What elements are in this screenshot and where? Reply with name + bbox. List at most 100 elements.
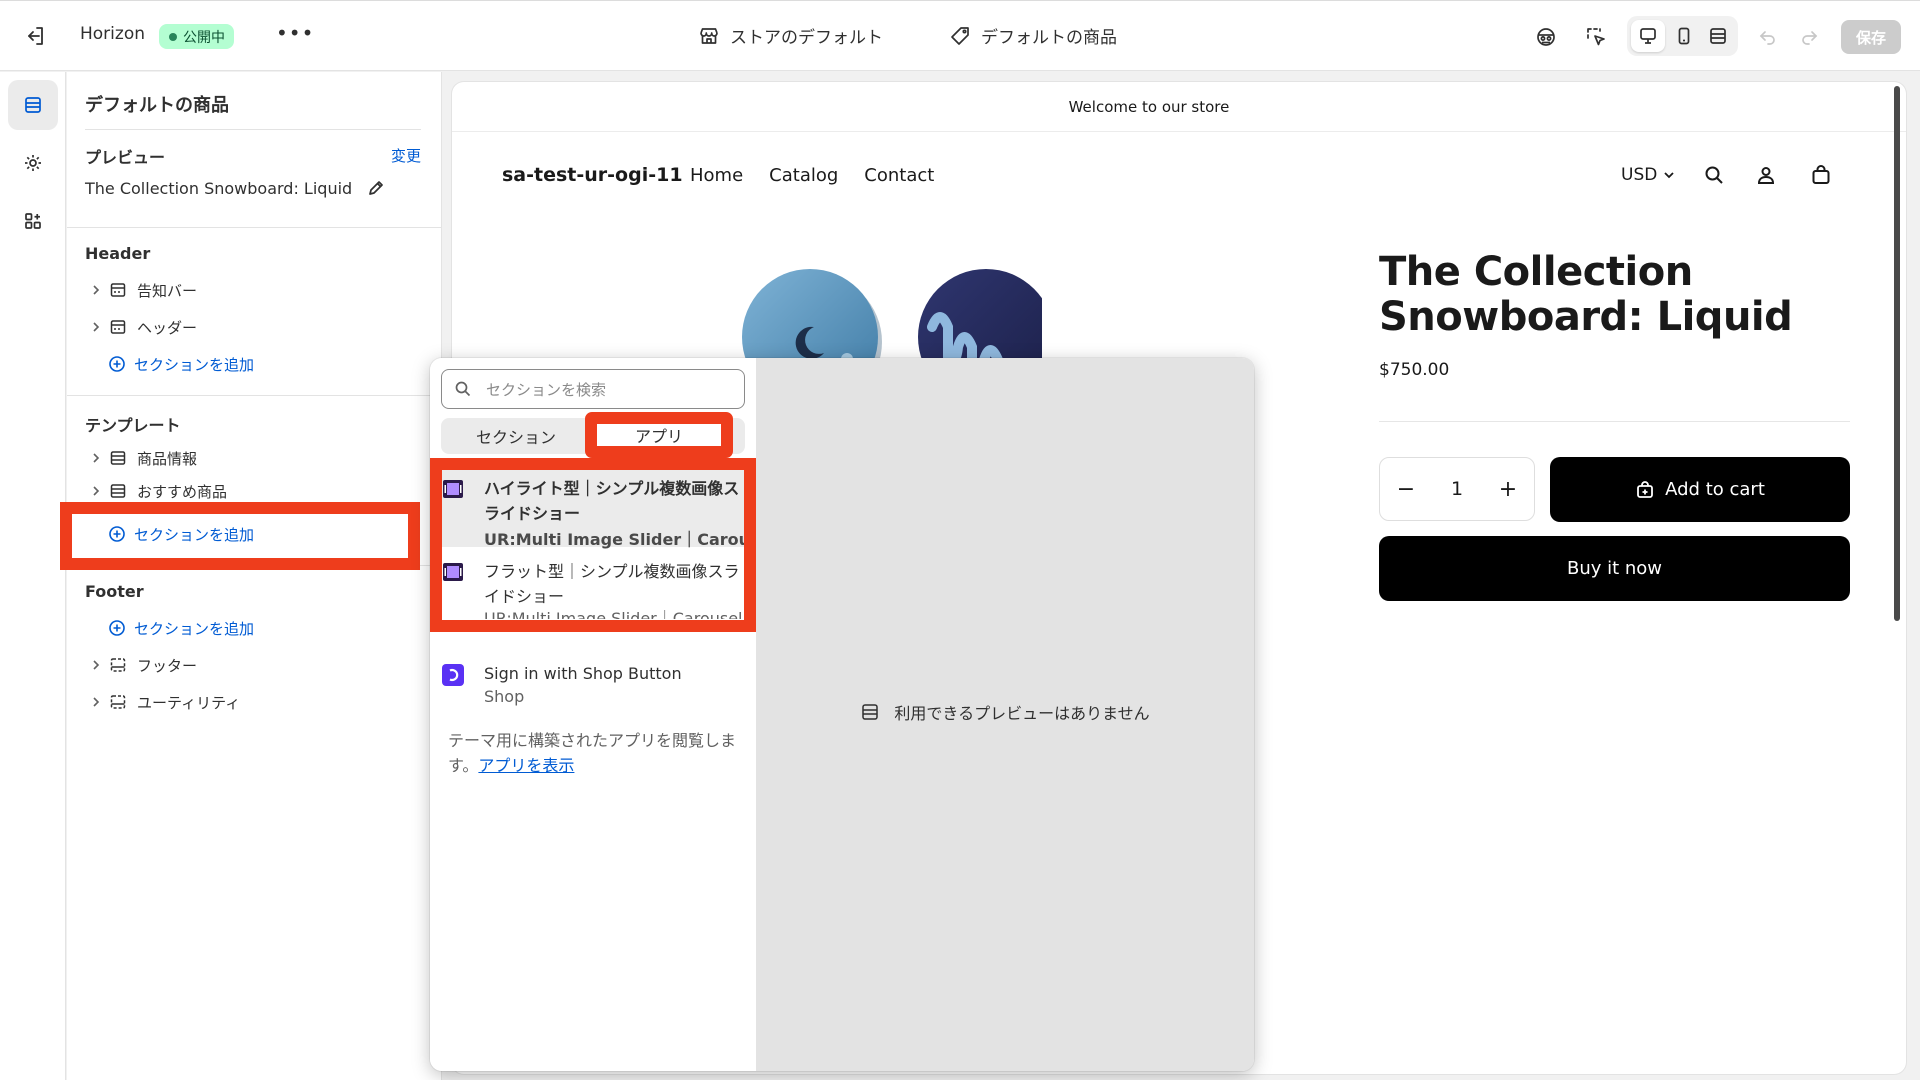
default-product-selector[interactable]: デフォルトの商品 (949, 23, 1117, 48)
status-badge: 公開中 (159, 24, 234, 49)
store-default-selector[interactable]: ストアのデフォルト (698, 23, 883, 48)
section-label: ユーティリティ (137, 693, 241, 712)
section-label: 告知バー (137, 281, 198, 300)
store-logo[interactable]: sa-test-ur-ogi-11 (502, 164, 683, 186)
view-apps-link[interactable]: アプリを表示 (478, 756, 574, 775)
fullscreen-view-icon[interactable] (1701, 20, 1735, 52)
add-to-cart-label: Add to cart (1665, 479, 1765, 500)
section-recommended-products[interactable]: おすすめ商品 (85, 480, 227, 502)
no-preview-message: 利用できるプレビューはありません (756, 700, 1254, 724)
preview-product-name: The Collection Snowboard: Liquid (85, 178, 353, 198)
chevron-down-icon (1664, 172, 1674, 179)
section-block-icon (109, 482, 131, 500)
popover-tabs: セクション アプリ (441, 412, 745, 458)
add-section-header[interactable]: セクションを追加 (108, 349, 254, 379)
nav-catalog[interactable]: Catalog (769, 165, 838, 186)
change-preview-link[interactable]: 変更 (391, 145, 421, 166)
divider (67, 395, 441, 396)
tab-sections[interactable]: セクション (443, 420, 589, 452)
section-block-icon (109, 693, 131, 711)
cart-bag-icon[interactable] (1808, 162, 1834, 188)
header-group-heading: Header (85, 244, 151, 263)
more-actions-icon[interactable]: ••• (276, 23, 313, 49)
theme-name: Horizon (80, 24, 145, 44)
chevron-right-icon[interactable] (85, 696, 107, 708)
app-item-shop-button[interactable]: Sign in with Shop Button Shop (442, 661, 744, 717)
save-button[interactable]: 保存 (1841, 20, 1901, 54)
sections-icon[interactable] (8, 80, 58, 130)
section-block-icon (109, 318, 131, 336)
chevron-right-icon[interactable] (85, 284, 107, 296)
section-product-info[interactable]: 商品情報 (85, 443, 197, 473)
currency-selector[interactable]: USD (1621, 165, 1675, 185)
section-search-input[interactable]: セクションを検索 (441, 369, 745, 409)
product-price: $750.00 (1379, 360, 1450, 380)
theme-settings-gear-icon[interactable] (8, 138, 58, 188)
tag-icon (951, 26, 969, 45)
exit-icon[interactable] (22, 23, 48, 49)
add-section-popover: セクションを検索 セクション アプリ ハイライト型｜シンプル複数画像スライドショ… (430, 358, 1254, 1071)
section-block-icon (109, 281, 131, 299)
tab-apps[interactable]: アプリ (585, 412, 733, 458)
add-section-footer[interactable]: セクションを追加 (108, 613, 254, 643)
section-label: おすすめ商品 (137, 482, 228, 501)
plus-circle-icon (109, 620, 125, 636)
store-icon (700, 27, 718, 44)
app-subtitle: Shop (484, 687, 525, 706)
buy-now-button[interactable]: Buy it now (1379, 536, 1850, 601)
shop-app-icon (442, 664, 464, 686)
redo-icon[interactable] (1795, 23, 1823, 51)
mobile-view-icon[interactable] (1667, 20, 1701, 52)
section-block-icon (109, 656, 131, 674)
template-group-heading: テンプレート (85, 416, 181, 435)
decrease-quantity-button[interactable]: − (1394, 477, 1418, 502)
edit-pencil-icon[interactable] (366, 178, 386, 198)
editor-icon-rail (0, 72, 66, 1080)
undo-icon[interactable] (1754, 23, 1782, 51)
chevron-right-icon[interactable] (85, 659, 107, 671)
section-announcement-bar[interactable]: 告知バー (85, 275, 197, 305)
apps-list-highlight (430, 458, 756, 632)
sections-panel: デフォルトの商品 プレビュー 変更 The Collection Snowboa… (67, 72, 442, 1080)
popover-list-pane: セクションを検索 セクション アプリ ハイライト型｜シンプル複数画像スライドショ… (430, 358, 776, 1071)
section-utility[interactable]: ユーティリティ (85, 687, 240, 717)
app-embeds-icon[interactable] (8, 196, 58, 246)
panel-title: デフォルトの商品 (85, 95, 229, 116)
increase-quantity-button[interactable]: + (1496, 477, 1520, 502)
status-badge-label: 公開中 (183, 29, 225, 46)
browse-apps-text: テーマ用に構築されたアプリを閲覧します。アプリを表示 (448, 728, 738, 778)
chevron-right-icon[interactable] (85, 452, 107, 464)
add-to-cart-button[interactable]: Add to cart (1550, 457, 1850, 522)
store-header: sa-test-ur-ogi-11 Home Catalog Contact U… (452, 132, 1906, 222)
quantity-stepper: − 1 + (1379, 457, 1535, 521)
preview-heading: プレビュー (85, 148, 166, 167)
add-section-highlight (60, 502, 420, 570)
device-preview-toggle (1627, 16, 1738, 56)
search-icon[interactable] (1701, 162, 1727, 188)
app-name: Sign in with Shop Button (484, 664, 682, 683)
main-nav: Home Catalog Contact (690, 165, 934, 186)
divider (1379, 421, 1850, 422)
product-title: The Collection Snowboard: Liquid (1379, 249, 1793, 340)
account-icon[interactable] (1753, 162, 1779, 188)
popover-preview-pane: 利用できるプレビューはありません (756, 358, 1254, 1071)
cart-add-icon (1637, 480, 1654, 498)
select-element-icon[interactable] (1582, 23, 1610, 51)
preview-scrollbar[interactable] (1894, 86, 1900, 621)
section-footer[interactable]: フッター (85, 650, 197, 680)
section-header[interactable]: ヘッダー (85, 312, 197, 342)
inspector-icon[interactable] (1532, 23, 1560, 51)
section-label: ヘッダー (137, 318, 198, 337)
quantity-value[interactable]: 1 (1451, 478, 1463, 500)
chevron-right-icon[interactable] (85, 485, 107, 497)
preview-layout-icon (862, 704, 879, 720)
section-label: フッター (137, 656, 198, 675)
chevron-right-icon[interactable] (85, 321, 107, 333)
nav-home[interactable]: Home (690, 165, 743, 186)
footer-group-heading: Footer (85, 582, 144, 601)
search-placeholder: セクションを検索 (486, 380, 607, 399)
currency-label: USD (1621, 165, 1658, 185)
default-product-label: デフォルトの商品 (981, 28, 1117, 48)
nav-contact[interactable]: Contact (864, 165, 934, 186)
desktop-view-icon[interactable] (1631, 20, 1665, 52)
